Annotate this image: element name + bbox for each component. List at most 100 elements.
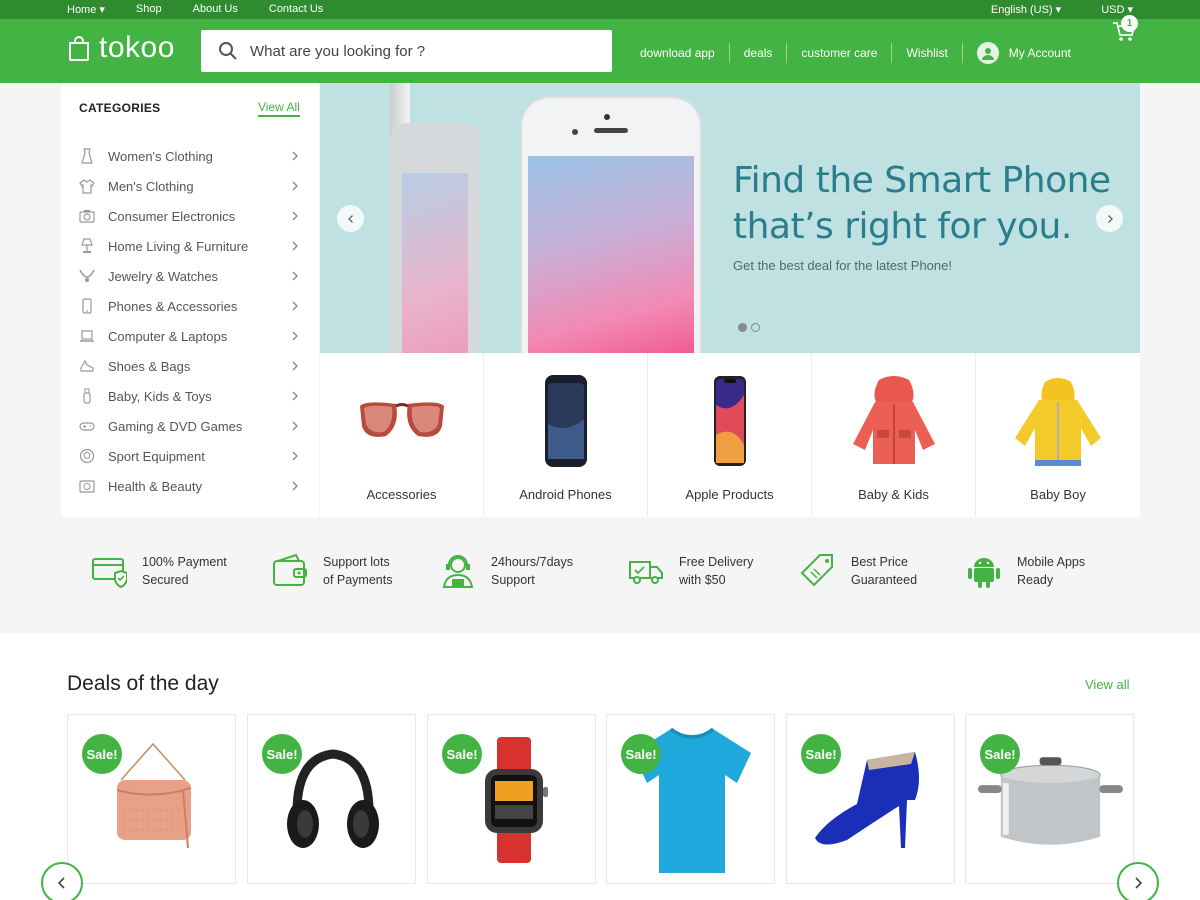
gamepad-icon [79,418,95,434]
chevron-right-icon [289,180,301,192]
language-select[interactable]: English (US) ▾ [991,3,1061,16]
category-item[interactable]: Sport Equipment [79,441,301,471]
sale-badge: Sale! [801,734,841,774]
category-item[interactable]: Men's Clothing [79,171,301,201]
product-card[interactable]: Sale! [427,714,596,884]
product-card[interactable]: Sale! [606,714,775,884]
feature-line2: Guaranteed [851,573,918,587]
featured-category-baby-boy[interactable]: Baby Boy [976,353,1140,517]
chevron-right-icon [289,210,301,222]
android-icon [968,558,1000,588]
secure-card-icon [92,558,127,589]
android-phone-image [516,373,616,468]
featured-category-apple-products[interactable]: Apple Products [648,353,812,517]
chevron-right-icon [1135,877,1143,889]
support-agent-icon [442,555,474,588]
product-card[interactable]: Sale! [965,714,1134,884]
my-account-link[interactable]: My Account [976,42,1071,64]
category-item[interactable]: Health & Beauty [79,471,301,501]
feature-line1: 100% Payment [142,555,227,569]
search-box [201,30,612,72]
category-label: Jewelry & Watches [108,268,219,284]
nav-deals[interactable]: deals [744,46,773,60]
hero-title-line1: Find the Smart Phone [733,160,1111,201]
top-link-shop[interactable]: Shop [136,3,162,16]
feature-line1: Free Delivery [679,555,754,569]
hero-prev-button[interactable] [337,205,364,232]
category-label: Sport Equipment [108,448,205,464]
slider-dots [738,323,760,332]
deals-section: Deals of the day View all Sale! Sale! Sa… [0,633,1200,900]
category-label: Men's Clothing [108,178,194,194]
category-item[interactable]: Consumer Electronics [79,201,301,231]
nav-divider [786,43,788,63]
price-tag-icon [800,554,833,587]
ball-icon [79,448,95,464]
search-icon[interactable] [218,41,238,61]
category-label: Home Living & Furniture [108,238,249,254]
chevron-right-icon [289,300,301,312]
phone-icon [79,298,95,314]
header-nav: download app deals customer care Wishlis… [640,42,1071,64]
deals-title: Deals of the day [67,672,219,695]
chevron-right-icon [289,150,301,162]
logo-text: tokoo [99,31,175,64]
top-link-home[interactable]: Home ▾ [67,3,105,16]
laptop-icon [79,328,95,344]
nav-wishlist[interactable]: Wishlist [906,46,947,60]
featured-category-accessories[interactable]: Accessories [320,353,484,517]
category-item[interactable]: Baby, Kids & Toys [79,381,301,411]
deals-prev-button[interactable] [41,862,83,900]
category-item[interactable]: Women's Clothing [79,141,301,171]
category-item[interactable]: Home Living & Furniture [79,231,301,261]
sale-badge: Sale! [442,734,482,774]
featured-category-label: Baby Boy [1030,487,1086,502]
category-label: Consumer Electronics [108,208,236,224]
feature-line2: Support [491,573,535,587]
chevron-right-icon [289,390,301,402]
chevron-left-icon [347,214,353,223]
hero-subtitle: Get the best deal for the latest Phone! [733,258,952,273]
bottle-icon [79,388,95,404]
yellow-jacket-image [1008,373,1108,468]
slider-dot-2[interactable] [751,323,760,332]
nav-customer-care[interactable]: customer care [801,46,877,60]
chevron-right-icon [289,270,301,282]
product-card[interactable]: Sale! [247,714,416,884]
hero-next-button[interactable] [1096,205,1123,232]
featured-category-label: Apple Products [685,487,774,502]
wallet-icon [273,553,307,586]
slider-dot-1[interactable] [738,323,747,332]
deals-view-all-link[interactable]: View all [1085,677,1130,692]
category-list: Women's Clothing Men's Clothing Consumer E… [79,141,301,501]
my-account-label: My Account [1008,46,1071,60]
featured-category-baby-kids[interactable]: Baby & Kids [812,353,976,517]
nav-divider [961,43,963,63]
feature-line1: 24hours/7days [491,555,574,569]
categories-view-all-link[interactable]: View All [258,100,300,117]
category-item[interactable]: Shoes & Bags [79,351,301,381]
category-item[interactable]: Computer & Laptops [79,321,301,351]
feature-line1: Support lots [323,555,390,569]
category-item[interactable]: Phones & Accessories [79,291,301,321]
product-card[interactable]: Sale! [786,714,955,884]
product-card[interactable]: Sale! [67,714,236,884]
lamp-icon [79,238,95,254]
shirt-icon [79,178,95,194]
category-item[interactable]: Jewelry & Watches [79,261,301,291]
top-link-about[interactable]: About Us [193,3,238,16]
hero-banner: Find the Smart Phone that’s right for yo… [320,83,1140,353]
chevron-left-icon [57,877,65,889]
top-link-contact[interactable]: Contact Us [269,3,323,16]
categories-sidebar: CATEGORIES View All Women's Clothing Men'… [61,83,319,517]
search-input[interactable] [250,42,590,60]
category-label: Phones & Accessories [108,298,238,314]
chevron-right-icon [289,240,301,252]
logo[interactable]: tokoo [67,31,175,65]
deals-next-button[interactable] [1117,862,1159,900]
category-label: Baby, Kids & Toys [108,388,212,404]
featured-category-android-phones[interactable]: Android Phones [484,353,648,517]
main-header: tokoo download app deals customer care W… [0,19,1200,83]
nav-download-app[interactable]: download app [640,46,715,60]
category-item[interactable]: Gaming & DVD Games [79,411,301,441]
